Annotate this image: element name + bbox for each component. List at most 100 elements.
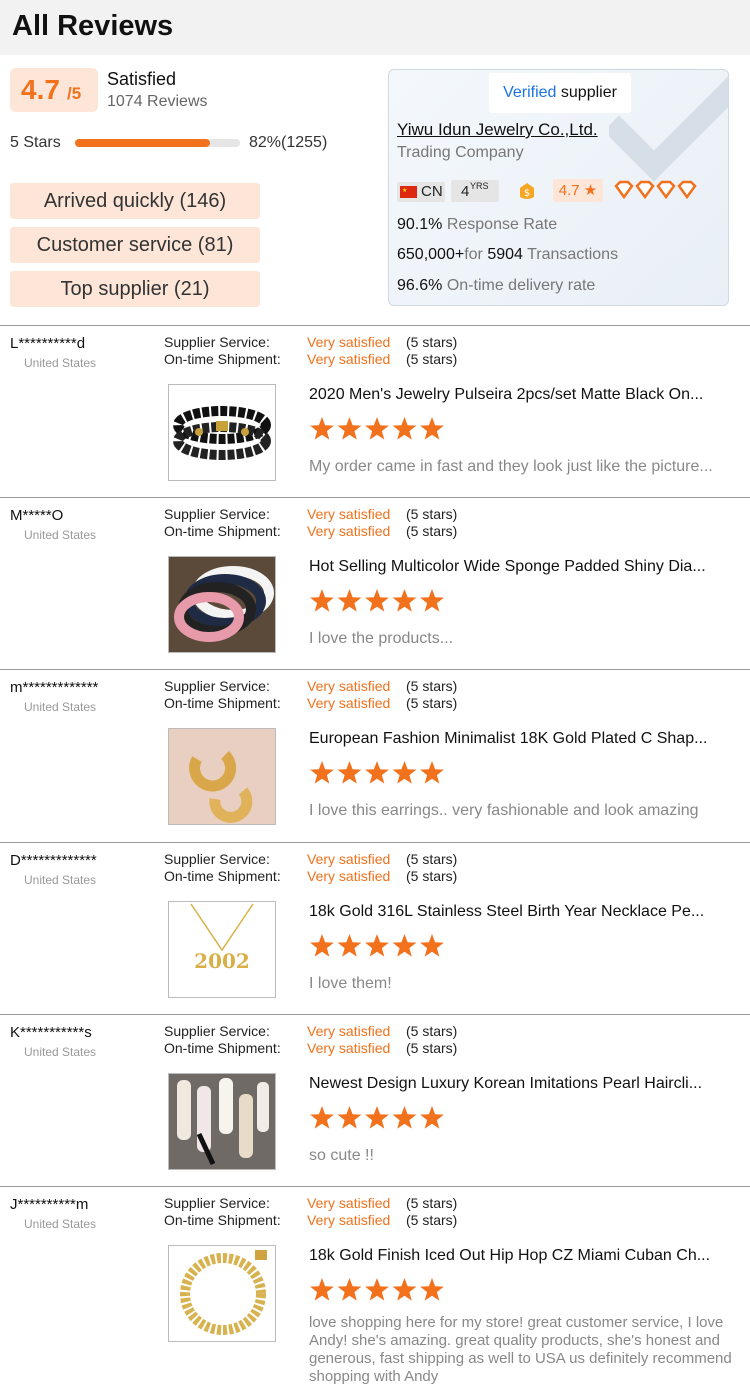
reviewer-country: United States	[24, 528, 97, 542]
transactions-value: 650,000+	[397, 246, 465, 263]
star-icon	[337, 761, 362, 784]
star-icon	[365, 934, 389, 957]
star-icon	[365, 589, 389, 612]
transactions: 650,000+for 5904 Transactions	[397, 246, 618, 264]
verified-supplier-badge: Verified supplier	[489, 73, 631, 113]
years-number: 4	[461, 183, 470, 200]
reviewer-name: D*************	[10, 852, 97, 869]
supplier-service-value: Very satisfied	[307, 506, 391, 522]
star-icon	[310, 1106, 334, 1129]
ontime-shipment-stars: (5 stars)	[406, 1212, 458, 1228]
star-icon	[310, 934, 334, 957]
reviewer-country: United States	[24, 700, 97, 714]
review-star-rating	[309, 416, 445, 442]
reviewer-country: United States	[24, 356, 97, 370]
years-unit: YRS	[470, 181, 489, 191]
product-title-link[interactable]: Newest Design Luxury Korean Imitations P…	[309, 1075, 741, 1093]
ontime-shipment-label: On-time Shipment:	[164, 1040, 281, 1056]
product-title-link[interactable]: Hot Selling Multicolor Wide Sponge Padde…	[309, 558, 741, 576]
star-icon	[365, 761, 389, 784]
review-text: My order came in fast and they look just…	[309, 458, 713, 475]
star-icon	[365, 417, 389, 440]
diamond-level-icons	[614, 180, 697, 200]
ontime-shipment-value: Very satisfied	[307, 1212, 391, 1228]
star-icon	[337, 1106, 362, 1129]
ontime-label: On-time delivery rate	[446, 277, 596, 294]
star-icon	[420, 589, 444, 612]
page-header: All Reviews	[0, 0, 750, 55]
supplier-service-label: Supplier Service:	[164, 678, 270, 694]
product-title-link[interactable]: 2020 Men's Jewelry Pulseira 2pcs/set Mat…	[309, 386, 741, 404]
supplier-service-value: Very satisfied	[307, 1195, 391, 1211]
star-icon	[392, 1106, 417, 1129]
supplier-service-label: Supplier Service:	[164, 1023, 270, 1039]
star-icon	[365, 1106, 389, 1129]
satisfaction-label: Satisfied	[107, 69, 177, 89]
svg-text:2002: 2002	[194, 949, 250, 973]
verified-text: Verified	[503, 84, 557, 101]
review-item[interactable]: m************* United States Supplier Se…	[0, 669, 750, 841]
supplier-service-value: Very satisfied	[307, 678, 391, 694]
product-thumbnail[interactable]: 2002	[168, 901, 276, 998]
reviewer-name: J**********m	[10, 1196, 89, 1213]
star-icon	[337, 417, 362, 440]
product-thumbnail[interactable]	[168, 1073, 276, 1170]
product-title-link[interactable]: 18k Gold 316L Stainless Steel Birth Year…	[309, 903, 741, 921]
review-star-rating	[309, 1277, 445, 1303]
ontime-shipment-stars: (5 stars)	[406, 1040, 458, 1056]
product-title-link[interactable]: European Fashion Minimalist 18K Gold Pla…	[309, 730, 741, 748]
product-thumbnail[interactable]	[168, 1245, 276, 1342]
stars-row-label: 5 Stars	[10, 134, 61, 151]
star-icon	[310, 589, 334, 612]
tag-customer-service[interactable]: Customer service (81)	[10, 227, 260, 263]
review-text: I love this earrings.. very fashionable …	[309, 802, 699, 819]
supplier-service-stars: (5 stars)	[406, 851, 458, 867]
star-icon	[420, 761, 444, 784]
product-title-link[interactable]: 18k Gold Finish Iced Out Hip Hop CZ Miam…	[309, 1247, 741, 1265]
ontime-rate: 96.6% On-time delivery rate	[397, 277, 595, 295]
transactions-for: for	[464, 246, 483, 263]
review-text: love shopping here for my store! great c…	[309, 1314, 732, 1385]
review-item[interactable]: D************* United States Supplier Se…	[0, 842, 750, 1014]
ontime-shipment-value: Very satisfied	[307, 523, 391, 539]
svg-text:$: $	[524, 188, 530, 199]
stars-progress-fill	[75, 139, 211, 147]
star-icon	[310, 1278, 334, 1301]
reviewer-name: m*************	[10, 679, 99, 696]
ontime-shipment-stars: (5 stars)	[406, 351, 458, 367]
star-icon	[392, 589, 417, 612]
reviewer-country: United States	[24, 1045, 97, 1059]
review-item[interactable]: M*****O United States Supplier Service: …	[0, 497, 750, 669]
review-star-rating	[309, 760, 445, 786]
supplier-text: supplier	[560, 84, 617, 101]
product-thumbnail[interactable]	[168, 384, 276, 481]
supplier-rating: 4.7 ★	[553, 179, 603, 202]
review-text: I love the products...	[309, 630, 454, 647]
stars-progress-bar	[75, 139, 240, 147]
review-item[interactable]: J**********m United States Supplier Serv…	[0, 1186, 750, 1385]
star-icon	[337, 1278, 362, 1301]
star-icon	[420, 934, 444, 957]
reviewer-country: United States	[24, 1217, 97, 1231]
review-item[interactable]: L**********d United States Supplier Serv…	[0, 325, 750, 497]
star-icon	[310, 417, 334, 440]
supplier-service-label: Supplier Service:	[164, 1195, 270, 1211]
supplier-service-label: Supplier Service:	[164, 506, 270, 522]
tag-arrived-quickly[interactable]: Arrived quickly (146)	[10, 183, 260, 219]
product-thumbnail[interactable]	[168, 556, 276, 653]
star-icon	[420, 1278, 444, 1301]
star-icon	[337, 589, 362, 612]
tag-top-supplier[interactable]: Top supplier (21)	[10, 271, 260, 307]
company-name-link[interactable]: Yiwu Idun Jewelry Co.,Ltd.	[397, 120, 598, 140]
ontime-shipment-stars: (5 stars)	[406, 868, 458, 884]
supplier-service-label: Supplier Service:	[164, 851, 270, 867]
supplier-card[interactable]: Verified supplier Yiwu Idun Jewelry Co.,…	[388, 69, 729, 306]
ontime-shipment-value: Very satisfied	[307, 695, 391, 711]
reviewer-name: M*****O	[10, 507, 64, 524]
gold-coin-icon: $	[520, 183, 534, 199]
ontime-shipment-stars: (5 stars)	[406, 523, 458, 539]
product-thumbnail[interactable]	[168, 728, 276, 825]
review-item[interactable]: K***********s United States Supplier Ser…	[0, 1014, 750, 1186]
ontime-shipment-label: On-time Shipment:	[164, 868, 281, 884]
review-text: so cute !!	[309, 1147, 374, 1164]
